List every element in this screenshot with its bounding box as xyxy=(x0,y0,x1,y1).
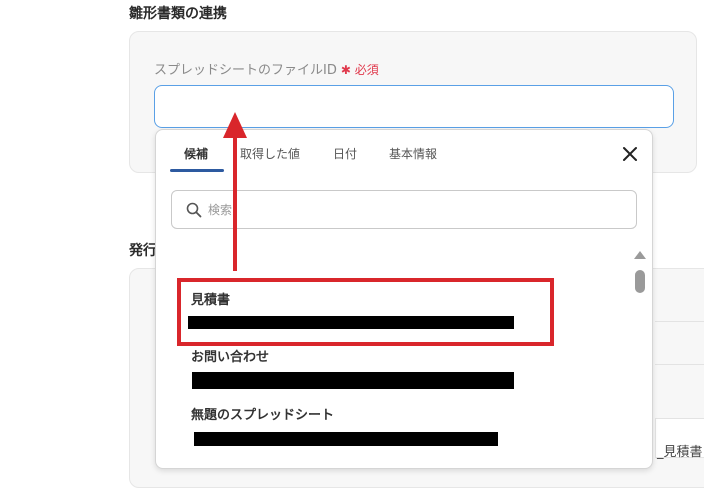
required-mark: ✱ xyxy=(340,63,351,77)
required-text: 必須 xyxy=(354,63,379,77)
tab-basic-info[interactable]: 基本情報 xyxy=(389,145,437,162)
search-input[interactable] xyxy=(208,198,628,222)
background-row-divider xyxy=(655,321,704,322)
scroll-up-arrow-icon[interactable] xyxy=(634,251,646,259)
close-icon[interactable] xyxy=(621,145,639,163)
spreadsheet-file-id-label: スプレッドシートのファイルID ✱ 必須 xyxy=(154,59,379,78)
redacted-file-id xyxy=(194,432,498,446)
search-icon xyxy=(186,202,202,218)
background-cell-text: _見積書 xyxy=(657,445,703,460)
redacted-file-id xyxy=(192,372,514,389)
list-item-label: 無題のスプレッドシート xyxy=(191,408,335,423)
required-badge: ✱ 必須 xyxy=(341,63,379,77)
list-item[interactable]: 無題のスプレッドシート xyxy=(185,400,525,450)
red-up-arrow-annotation xyxy=(223,112,247,271)
field-label-text: スプレッドシートのファイルID xyxy=(154,63,337,78)
background-row-divider xyxy=(655,364,704,365)
active-tab-indicator xyxy=(170,169,224,172)
section-title-template-docs: 雛形書類の連携 xyxy=(129,6,227,22)
highlight-box-annotation xyxy=(177,278,554,346)
section-title-issue: 発行 xyxy=(129,243,157,259)
tab-date[interactable]: 日付 xyxy=(333,145,357,162)
list-item[interactable]: お問い合わせ xyxy=(185,342,525,392)
tab-candidates[interactable]: 候補 xyxy=(184,145,208,162)
list-item-label: お問い合わせ xyxy=(191,350,270,365)
scrollbar-thumb[interactable] xyxy=(635,270,645,293)
